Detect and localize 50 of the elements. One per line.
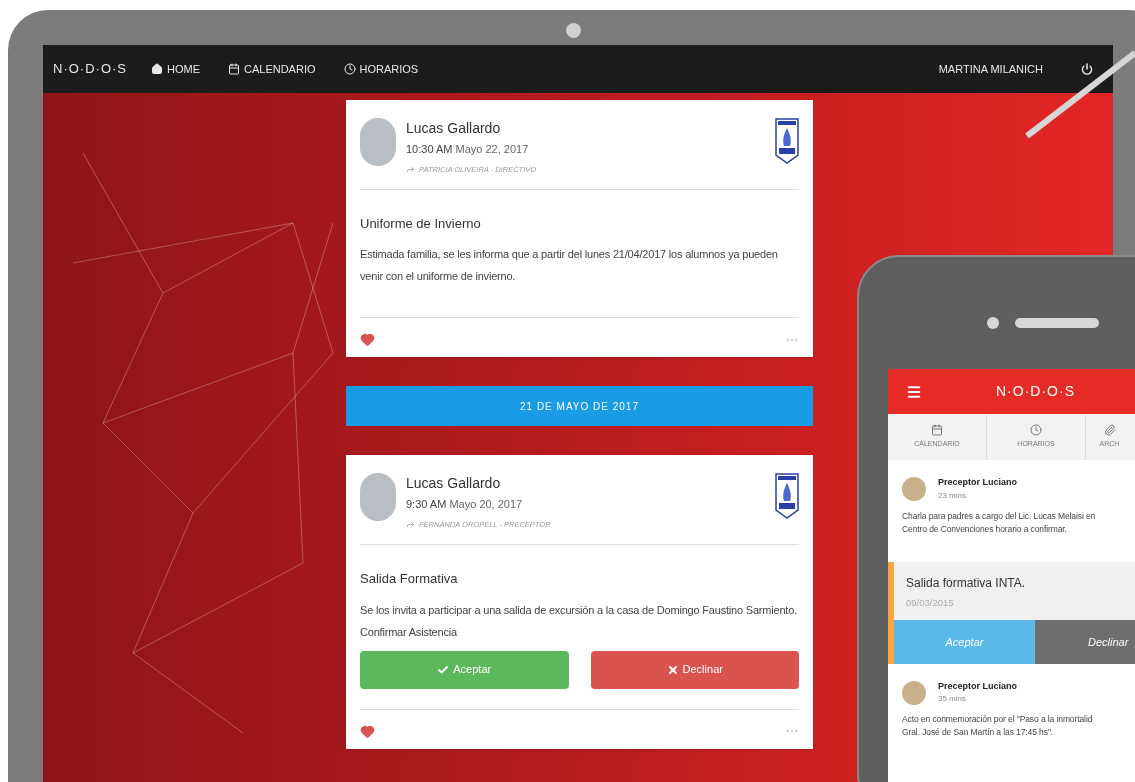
paperclip-icon — [1103, 424, 1116, 437]
avatar-placeholder — [360, 473, 396, 522]
forward-icon — [406, 164, 415, 174]
calendar-icon — [931, 424, 943, 437]
nav-link[interactable]: HORARIOS — [343, 60, 419, 78]
message-text: Acto en conmemoración por el "Paso a la inmortalid — [902, 713, 1094, 727]
phone-camera-icon — [987, 317, 999, 329]
close-icon — [666, 663, 679, 676]
message-text: Gral. José de San Martín a las 17:45 hs". — [902, 726, 1055, 740]
heart-icon[interactable] — [360, 332, 375, 348]
post-date: Mayo 22, 2017 — [455, 143, 529, 155]
decline-button[interactable]: Declinar — [1035, 619, 1135, 664]
message-time: 35 mins — [938, 693, 967, 706]
shield-crest-icon — [775, 473, 799, 520]
post-title: Uniforme de Invierno — [360, 214, 482, 233]
avatar-placeholder — [902, 476, 926, 501]
brand-logo[interactable]: N·O·D·O·S — [53, 59, 127, 79]
phone-speaker-icon — [1015, 318, 1099, 328]
author-name: Preceptor Luciano — [938, 679, 1018, 693]
check-icon — [437, 663, 450, 676]
post-date: Mayo 20, 2017 — [449, 498, 523, 511]
shield-crest-icon — [775, 118, 799, 164]
user-name[interactable]: MARTINA MILANICH — [938, 60, 1043, 78]
camera-icon — [566, 23, 581, 38]
clock-icon — [1030, 424, 1042, 437]
post-body: Estimada familia, se les informa que a partir del lunes 21/04/2017 los alumnos ya pueden venir con el uniforme de invierno. — [360, 247, 779, 285]
heart-icon[interactable] — [360, 723, 375, 739]
clock-icon — [343, 63, 356, 75]
post-time: 9:30 AM — [406, 498, 447, 511]
home-icon — [151, 63, 163, 75]
author-name: Preceptor Luciano — [938, 476, 1018, 489]
author-name: Lucas Gallardo — [406, 119, 502, 138]
avatar-placeholder — [902, 680, 926, 705]
post-title: Salida Formativa — [360, 570, 459, 588]
message-text: Centro de Convenciones horario a confirmar. — [902, 522, 1068, 536]
nav-link[interactable]: HOME — [151, 60, 200, 78]
brand-logo: N·O·D·O·S — [996, 382, 1075, 401]
event-date: 09/03/2015 — [906, 595, 955, 610]
nav-link[interactable]: CALENDARIO — [228, 60, 316, 78]
avatar-placeholder — [360, 118, 396, 166]
forward-icon — [406, 519, 415, 529]
message-text: Charla para padres a cargo del Lic. Lucas Melaisi en — [902, 509, 1097, 523]
post-body: Se los invita a participar a una salida de excursión a la casa de Domingo Faustino Sarmiento. Confirmar Asistencia — [360, 602, 798, 640]
menu-icon[interactable] — [906, 383, 922, 400]
message-time: 23 mins — [938, 489, 967, 502]
post-time: 10:30 AM — [406, 143, 453, 155]
author-name: Lucas Gallardo — [406, 474, 502, 494]
event-title: Salida formativa INTA. — [906, 574, 1027, 592]
decline-button[interactable]: Declinar — [590, 650, 799, 689]
calendar-icon — [228, 63, 240, 75]
